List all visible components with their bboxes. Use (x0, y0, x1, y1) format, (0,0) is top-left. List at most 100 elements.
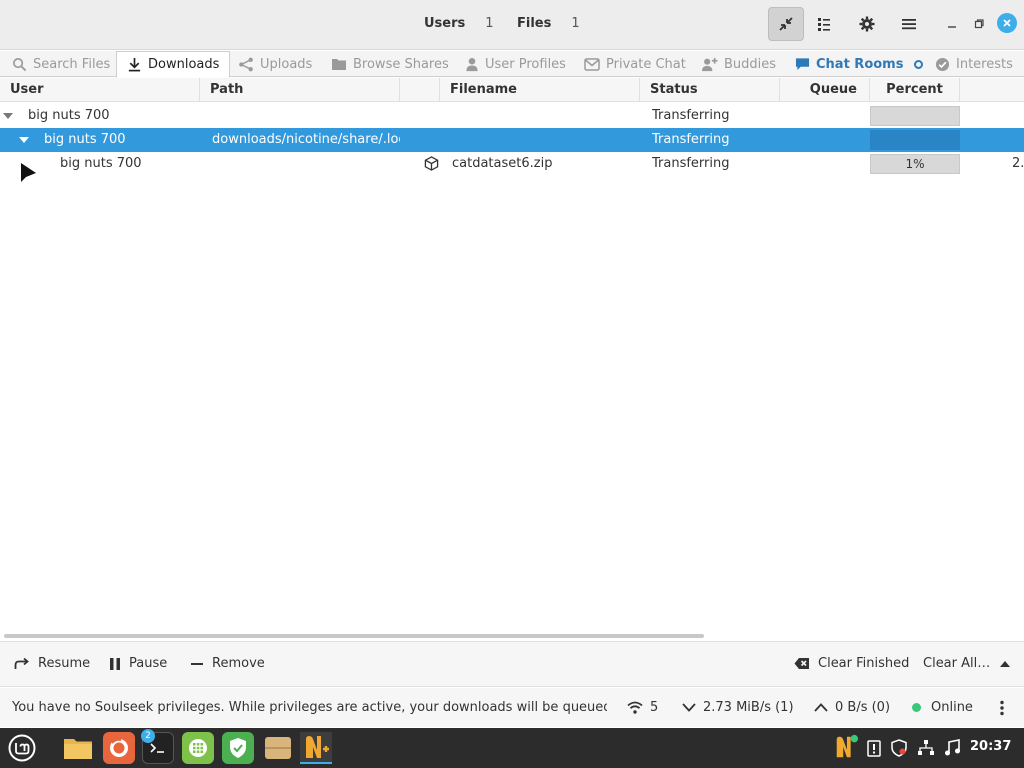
tray-shield-icon[interactable] (891, 739, 907, 761)
column-percent[interactable]: Percent (870, 78, 960, 102)
taskbar-firefox-app[interactable] (103, 732, 135, 764)
box-archive-icon (265, 737, 291, 759)
folder-icon (64, 739, 92, 759)
taskbar-nicotine-app[interactable] (300, 732, 332, 764)
close-icon (1003, 19, 1011, 27)
resume-button[interactable]: Resume (14, 656, 90, 671)
maximize-button[interactable] (969, 14, 989, 34)
tab-label: Interests (956, 56, 1013, 72)
clear-finished-button[interactable]: Clear Finished (794, 656, 909, 671)
row-size: 2. (1012, 156, 1024, 171)
status-bar: You have no Soulseek privileges. While p… (0, 688, 1024, 727)
tab-chat-rooms[interactable]: Chat Rooms (795, 51, 924, 77)
files-count: 1 (571, 16, 580, 31)
start-menu-button[interactable] (6, 732, 38, 764)
clear-all-button[interactable]: Clear All… (923, 656, 1011, 671)
tray-nicotine-icon[interactable] (833, 734, 859, 764)
row-status: Transferring (652, 156, 730, 171)
privileges-message: You have no Soulseek privileges. While p… (12, 700, 607, 715)
connection-status[interactable]: Online (912, 700, 973, 715)
tab-user-profiles[interactable]: User Profiles (465, 51, 566, 77)
taskbar-shield-app[interactable] (222, 732, 254, 764)
collapse-all-button[interactable] (768, 7, 804, 41)
gear-icon (859, 16, 875, 32)
tab-label: Private Chat (606, 56, 686, 72)
transfer-row[interactable]: big nuts 700 catdataset6.zip Transferrin… (0, 152, 1024, 176)
search-icon (13, 57, 27, 71)
wifi-icon (627, 701, 643, 714)
package-icon (424, 152, 440, 176)
column-status[interactable]: Status (640, 78, 780, 102)
header-bar: Users 1 Files 1 (0, 0, 1024, 50)
horizontal-scrollbar[interactable] (4, 634, 704, 638)
minus-icon (191, 662, 203, 665)
download-speed-indicator[interactable]: 2.73 MiB/s (1) (682, 700, 794, 715)
nicotine-plus-icon (306, 736, 329, 758)
expander-arrow-icon[interactable] (19, 137, 29, 143)
transfer-row-selected[interactable]: big nuts 700 downloads/nicotine/share/.l… (0, 128, 1024, 152)
resume-label: Resume (38, 656, 91, 671)
column-queue[interactable]: Queue (780, 78, 870, 102)
main-menu-button[interactable] (891, 7, 927, 41)
terminal-icon (150, 743, 164, 753)
tab-search-files[interactable]: Search Files (12, 51, 110, 77)
minimize-button[interactable] (942, 14, 962, 34)
progress-bar (870, 106, 960, 126)
chevron-up-icon (1000, 661, 1011, 667)
row-status: Transferring (652, 132, 730, 147)
taskbar-calculator-app[interactable] (182, 732, 214, 764)
taskbar-files-app[interactable] (62, 732, 94, 764)
group-by-button[interactable] (806, 7, 842, 41)
taskbar-terminal-app[interactable]: 2 (141, 729, 174, 764)
taskbar-archive-app[interactable] (262, 732, 294, 764)
tray-update-manager-icon[interactable] (867, 739, 881, 761)
expander-arrow-icon[interactable] (3, 113, 13, 119)
upload-speed-indicator[interactable]: 0 B/s (0) (814, 700, 890, 715)
terminal-window-count-badge: 2 (141, 729, 155, 743)
tab-label: Buddies (724, 56, 777, 72)
backspace-clear-icon (794, 658, 809, 669)
tab-downloads[interactable]: Downloads (116, 51, 231, 78)
tray-sound-icon[interactable] (944, 739, 960, 760)
row-user: big nuts 700 (28, 108, 110, 123)
users-label: Users (424, 16, 466, 31)
pause-button[interactable]: Pause (109, 656, 167, 671)
tab-label: User Profiles (485, 56, 566, 72)
online-label: Online (931, 700, 973, 715)
column-user[interactable]: User (0, 78, 200, 102)
column-path[interactable]: Path (200, 78, 400, 102)
connections-count: 5 (650, 700, 659, 715)
tab-label: Search Files (33, 56, 111, 72)
status-menu-button[interactable] (999, 700, 1005, 716)
tab-interests[interactable]: Interests (935, 51, 1013, 77)
column-filename[interactable]: Filename (440, 78, 640, 102)
check-icon (935, 57, 950, 71)
chat-icon (795, 58, 810, 71)
files-stat: Files 1 (517, 16, 580, 31)
tray-network-icon[interactable] (917, 739, 935, 760)
add-person-icon (702, 57, 718, 71)
transfer-row[interactable]: big nuts 700 Transferring (0, 104, 1024, 128)
connections-indicator[interactable]: 5 (627, 700, 658, 715)
hamburger-menu-icon (902, 19, 916, 30)
close-button[interactable] (997, 13, 1017, 33)
share-icon (239, 57, 253, 71)
progress-bar: 1% (870, 154, 960, 174)
status-message: You have no Soulseek privileges. While p… (12, 700, 607, 715)
progress-bar (870, 130, 960, 150)
preferences-button[interactable] (849, 7, 885, 41)
main-tabs: Search Files Downloads Uploads Browse Sh… (0, 51, 1024, 78)
row-status: Transferring (652, 108, 730, 123)
users-stat: Users 1 (424, 16, 494, 31)
tray-clock[interactable]: 20:37 (970, 739, 1011, 754)
progress-percent: 1% (905, 157, 925, 171)
tab-private-chat[interactable]: Private Chat (584, 51, 686, 77)
column-file-type[interactable] (400, 78, 440, 102)
tab-uploads[interactable]: Uploads (238, 51, 312, 77)
tab-label: Browse Shares (353, 56, 449, 72)
online-dot-icon (912, 703, 921, 712)
transfers-column-header: User Path Filename Status Queue Percent (0, 78, 1024, 102)
remove-button[interactable]: Remove (190, 656, 265, 671)
tab-browse-shares[interactable]: Browse Shares (331, 51, 449, 77)
tab-buddies[interactable]: Buddies (701, 51, 776, 77)
